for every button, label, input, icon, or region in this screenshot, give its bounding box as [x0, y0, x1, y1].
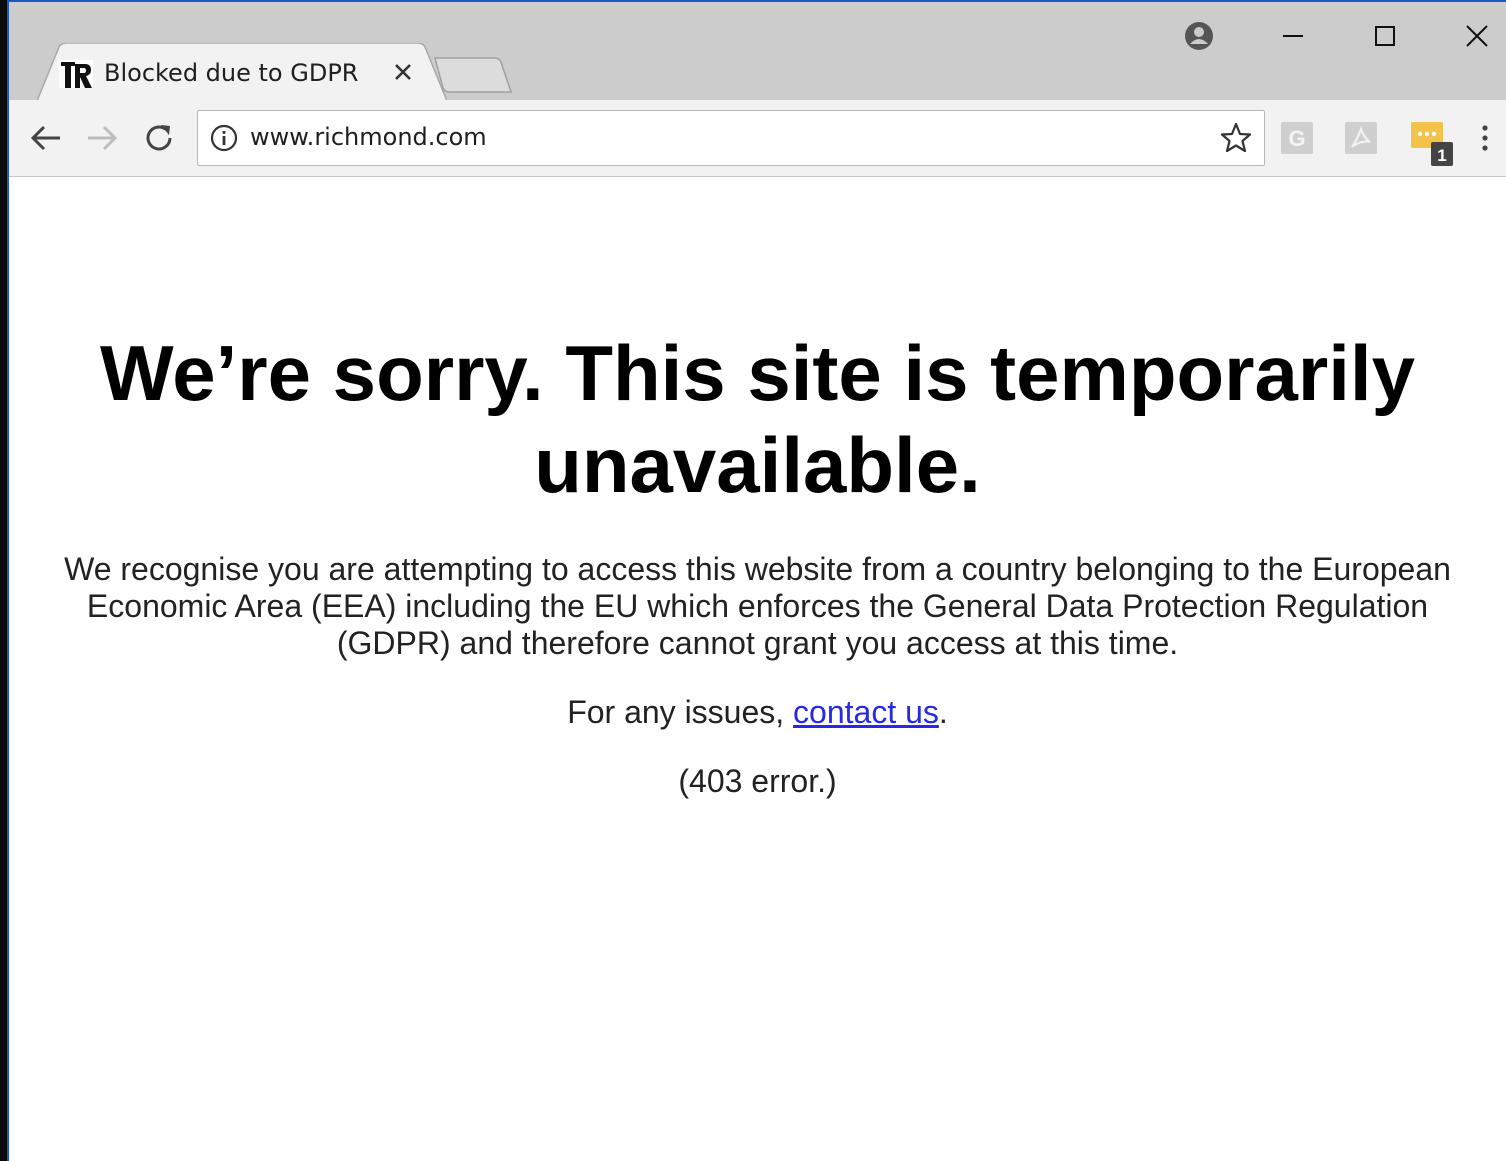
browser-toolbar: www.richmond.com G 1 [9, 100, 1506, 177]
tab-active[interactable]: Blocked due to GDPR [37, 43, 447, 101]
account-icon[interactable] [1179, 16, 1219, 56]
tab-title: Blocked due to GDPR [104, 59, 359, 87]
maximize-icon[interactable] [1365, 16, 1405, 56]
minimize-icon[interactable] [1273, 16, 1313, 56]
reload-icon[interactable] [139, 118, 179, 158]
contact-us-link[interactable]: contact us [793, 694, 939, 730]
new-tab-icon[interactable] [433, 56, 513, 99]
info-icon[interactable] [208, 122, 240, 154]
url-text[interactable]: www.richmond.com [250, 123, 487, 151]
pdf-extension-icon[interactable] [1343, 120, 1379, 156]
svg-text:G: G [1288, 126, 1305, 151]
chat-extension-icon[interactable]: 1 [1409, 120, 1453, 166]
back-arrow-icon[interactable] [26, 118, 66, 158]
tab-strip: Blocked due to GDPR [9, 2, 1506, 101]
star-icon[interactable] [1218, 120, 1254, 156]
newspaper-logo-icon [59, 58, 93, 90]
browser-window: Blocked due to GDPR www.richmond.com G 1… [9, 2, 1506, 1161]
error-code: (403 error.) [678, 763, 837, 799]
page-headline: We’re sorry. This site is temporarily un… [100, 329, 1415, 509]
address-bar[interactable]: www.richmond.com [197, 110, 1265, 166]
kebab-menu-icon[interactable] [1475, 120, 1495, 156]
extension-badge: 1 [1437, 146, 1446, 165]
close-icon[interactable] [391, 60, 415, 84]
grammar-extension-icon[interactable]: G [1279, 120, 1315, 156]
forward-arrow-icon[interactable] [82, 118, 122, 158]
contact-line: For any issues, contact us. [9, 694, 1506, 731]
close-window-icon[interactable] [1457, 16, 1497, 56]
contact-suffix: . [938, 694, 948, 730]
contact-prefix: For any issues, [567, 694, 794, 730]
page-content: We’re sorry. This site is temporarily un… [9, 177, 1506, 1161]
gdpr-message: We recognise you are attempting to acces… [64, 551, 1451, 661]
